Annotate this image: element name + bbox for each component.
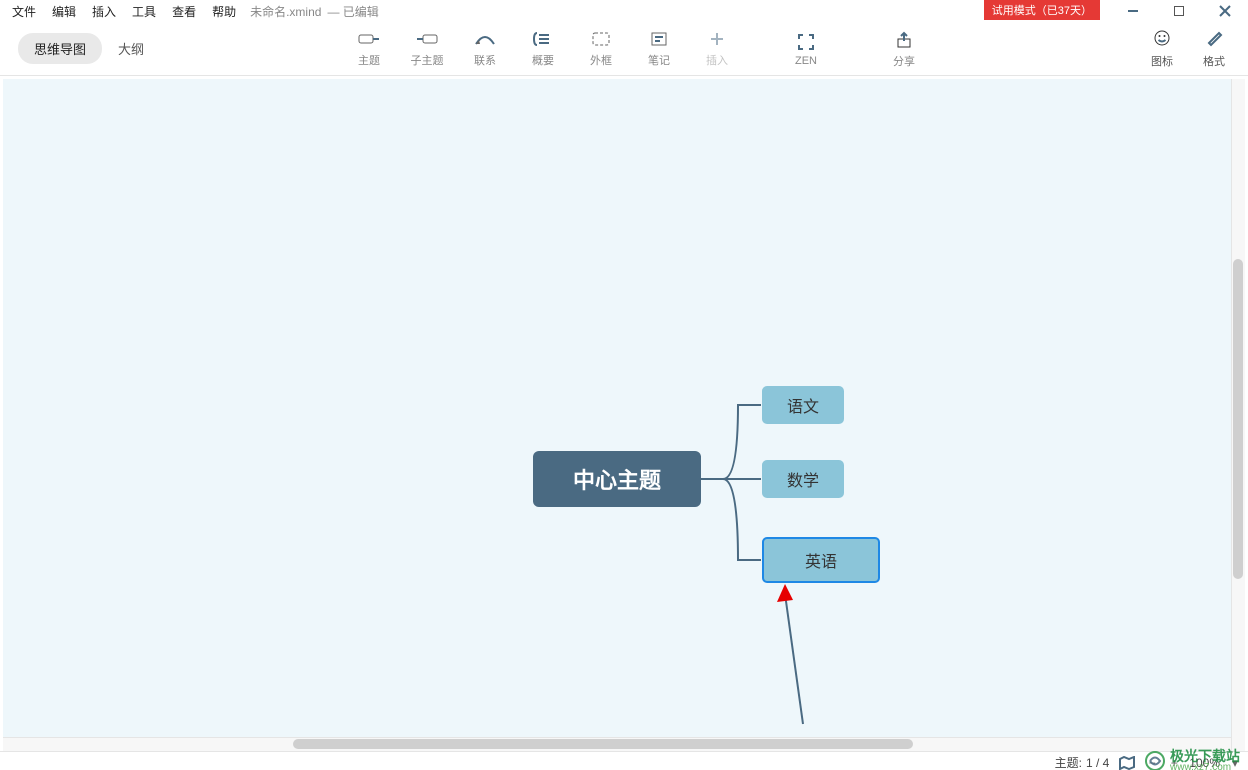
title-bar: 文件 编辑 插入 工具 查看 帮助 未命名.xmind — 已编辑 试用模式（已… — [0, 0, 1248, 22]
window-controls — [1110, 0, 1248, 22]
tool-share-label: 分享 — [893, 53, 915, 69]
format-brush-icon — [1205, 29, 1223, 50]
sub-topic-text-2: 英语 — [805, 548, 837, 572]
tool-insert[interactable]: 插入 — [688, 29, 746, 68]
central-topic-node[interactable]: 中心主题 — [533, 451, 701, 507]
tool-relationship[interactable]: 联系 — [456, 29, 514, 68]
trial-badge: 试用模式（已37天） — [984, 0, 1100, 20]
tool-boundary[interactable]: 外框 — [572, 29, 630, 68]
window-maximize-button[interactable] — [1156, 0, 1202, 22]
window-minimize-button[interactable] — [1110, 0, 1156, 22]
tool-icons[interactable]: 图标 — [1136, 22, 1188, 76]
sub-topic-text-1: 数学 — [787, 467, 819, 491]
tool-summary[interactable]: 概要 — [514, 29, 572, 68]
tool-note-label: 笔记 — [648, 52, 670, 68]
tool-boundary-label: 外框 — [590, 52, 612, 68]
tool-subtopic-label: 子主题 — [411, 52, 444, 68]
boundary-icon — [591, 29, 611, 49]
status-topic-count: 主题: 1 / 4 — [1055, 754, 1110, 770]
zen-icon — [797, 32, 815, 52]
horizontal-scrollbar[interactable] — [3, 737, 1231, 751]
sub-topic-node-1[interactable]: 数学 — [762, 460, 844, 498]
watermark-brand: 极光下载站 — [1170, 749, 1240, 763]
subtopic-icon — [416, 29, 438, 49]
menu-tools[interactable]: 工具 — [124, 1, 164, 22]
tool-zen[interactable]: ZEN — [782, 32, 830, 67]
status-bar: 主题: 1 / 4 − + 100% ▾ 极光下载站 www.xz7.com — [0, 751, 1248, 770]
tool-zen-label: ZEN — [795, 55, 817, 67]
tool-subtopic[interactable]: 子主题 — [398, 29, 456, 68]
menu-help[interactable]: 帮助 — [204, 1, 244, 22]
menu-file[interactable]: 文件 — [4, 1, 44, 22]
menu-insert[interactable]: 插入 — [84, 1, 124, 22]
smiley-icon — [1153, 29, 1171, 50]
tool-insert-label: 插入 — [706, 52, 728, 68]
menu-edit[interactable]: 编辑 — [44, 1, 84, 22]
mindmap-canvas[interactable]: 中心主题 语文 数学 英语 — [3, 79, 1245, 751]
tool-topic-label: 主题 — [358, 52, 380, 68]
watermark-logo-icon — [1144, 750, 1166, 770]
vertical-scrollbar[interactable] — [1231, 79, 1245, 751]
menu-view[interactable]: 查看 — [164, 1, 204, 22]
view-toggle: 思维导图 大纲 — [18, 33, 160, 64]
tool-note[interactable]: 笔记 — [630, 29, 688, 68]
tool-format[interactable]: 格式 — [1188, 22, 1240, 76]
relationship-icon — [474, 29, 496, 49]
horizontal-scrollbar-thumb[interactable] — [293, 739, 913, 749]
toolbar-main-group: 主题 子主题 联系 概要 外框 — [340, 29, 746, 68]
tool-format-label: 格式 — [1203, 53, 1225, 69]
window-close-button[interactable] — [1202, 0, 1248, 22]
tool-share[interactable]: 分享 — [880, 30, 928, 69]
toolbar-right-group: 图标 格式 — [1136, 22, 1240, 76]
tool-icons-label: 图标 — [1151, 53, 1173, 69]
insert-icon — [709, 29, 725, 49]
sub-topic-node-0[interactable]: 语文 — [762, 386, 844, 424]
sub-topic-text-0: 语文 — [787, 393, 819, 417]
outline-icon-button[interactable] — [1119, 756, 1135, 770]
toolbar: 思维导图 大纲 主题 子主题 联系 概要 — [0, 22, 1248, 76]
connector-lines — [3, 79, 1245, 751]
note-icon — [650, 29, 668, 49]
view-mindmap-tab[interactable]: 思维导图 — [18, 33, 102, 64]
tool-summary-label: 概要 — [532, 52, 554, 68]
view-outline-tab[interactable]: 大纲 — [102, 33, 160, 64]
status-topic-label: 主题: — [1055, 754, 1082, 770]
summary-icon — [533, 29, 553, 49]
vertical-scrollbar-thumb[interactable] — [1233, 259, 1243, 579]
central-topic-text: 中心主题 — [573, 463, 661, 495]
topic-icon — [358, 29, 380, 49]
watermark-url: www.xz7.com — [1170, 763, 1240, 770]
document-filename: 未命名.xmind — [250, 3, 321, 20]
watermark: 极光下载站 www.xz7.com — [1144, 749, 1240, 770]
sub-topic-node-2[interactable]: 英语 — [762, 537, 880, 583]
document-state: — 已编辑 — [327, 3, 378, 20]
map-icon — [1119, 756, 1135, 770]
tool-relationship-label: 联系 — [474, 52, 496, 68]
share-icon — [895, 30, 913, 50]
tool-topic[interactable]: 主题 — [340, 29, 398, 68]
status-topic-value: 1 / 4 — [1086, 756, 1109, 770]
toolbar-presence-group: ZEN 分享 — [782, 22, 928, 76]
